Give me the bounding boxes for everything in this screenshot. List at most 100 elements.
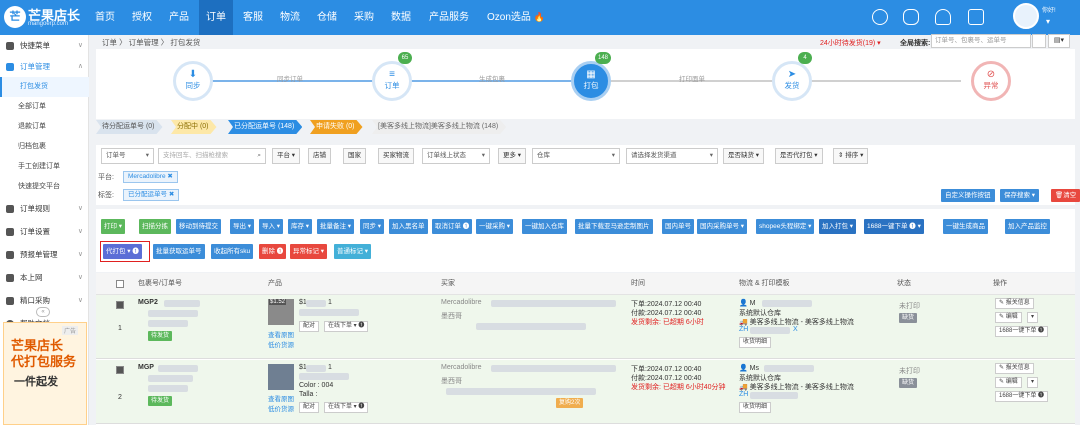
ad-banner[interactable]: 广告 芒果店长 代打包服务 一件起发 (3, 322, 87, 425)
view-image-link[interactable]: 查看原图 (268, 329, 294, 339)
sidebar-sub-archived[interactable]: 归档包裹 (0, 137, 89, 157)
tab-allocated[interactable]: 已分配运单号 (148) (228, 120, 302, 134)
platform-tag[interactable]: Mercadolibre ✖ (123, 171, 178, 183)
app-logo[interactable]: 芒 芒果店长 mangoerp.com (4, 3, 88, 32)
tab-failed[interactable]: 申请失败 (0) (310, 120, 363, 134)
scan-sort-button[interactable]: 扫描分拣 (139, 219, 171, 234)
out-of-stock-filter[interactable]: 是否缺货 ▾ (723, 148, 765, 164)
global-search-input[interactable]: 订单号、包裹号、运单号 (931, 34, 1031, 48)
custom-actions-button[interactable]: 自定义操作按钮 (941, 189, 995, 202)
warehouse-select[interactable]: 仓库 ▾ (532, 148, 620, 164)
nav-products[interactable]: 产品 (162, 0, 196, 35)
package-number[interactable]: MGP (138, 364, 154, 371)
collapse-sku-button[interactable]: 收起所有sku (211, 244, 254, 259)
nav-service[interactable]: 客服 (236, 0, 270, 35)
exception-mark-button[interactable]: 异常标记 ▾ (290, 244, 328, 259)
platform-filter[interactable]: 平台 ▾ (272, 148, 301, 164)
receipt-details-button[interactable]: 收货明细 (739, 402, 772, 413)
low-price-source-link[interactable]: 低价货源 (268, 403, 294, 413)
order-1688-button[interactable]: 1688一键下单 ❶ ▾ (864, 219, 924, 234)
sidebar-sub-all-orders[interactable]: 全部订单 (0, 97, 89, 117)
flow-step-exception[interactable]: ⊘ 异常 (971, 61, 1011, 101)
customs-info-button[interactable]: ✎ 报关信息 (995, 298, 1034, 309)
proxy-pack-filter[interactable]: 是否代打包 ▾ (775, 148, 823, 164)
chevron-down-icon[interactable]: ▾ (1046, 17, 1050, 26)
order-1688-row-button[interactable]: 1688一键下单 ❶ (995, 326, 1049, 337)
more-filter[interactable]: 更多 ▾ (498, 148, 527, 164)
cancel-order-button[interactable]: 取消订单 ❶ (432, 219, 473, 234)
order-no-select[interactable]: 订单号 ▾ (101, 148, 154, 164)
sync-button[interactable]: 同步 ▾ (360, 219, 385, 234)
receipt-details-button[interactable]: 收货明细 (739, 337, 772, 348)
add-warehouse-button[interactable]: 一键加入仓库 (522, 219, 567, 234)
search-icon[interactable] (872, 9, 888, 25)
tab-pending-tracking[interactable]: 待分配运单号 (0) (96, 120, 163, 134)
move-to-submit-button[interactable]: 移动到待提交 (176, 219, 221, 234)
nav-auth[interactable]: 授权 (125, 0, 159, 35)
domestic-tracking-button[interactable]: 国内单号 (662, 219, 694, 234)
table-row[interactable]: 2 MGP 待发货 $1 1 Color : 004 Talla : 查看原图 … (96, 360, 1075, 424)
add-to-pack-button[interactable]: 加入打包 ▾ (819, 219, 857, 234)
sort-button[interactable]: ⇕ 排序 ▾ (833, 148, 869, 164)
shopee-bind-button[interactable]: shopee头程绑定 ▾ (756, 219, 815, 234)
nav-warehouse[interactable]: 仓储 (310, 0, 344, 35)
flow-step-pack[interactable]: ▦ 打包 (571, 61, 611, 101)
online-order-button[interactable]: 在线下单 ▾ ❶ (324, 402, 369, 413)
nav-logistics[interactable]: 物流 (273, 0, 307, 35)
help-icon[interactable] (968, 9, 984, 25)
search-icon[interactable] (1032, 34, 1046, 48)
sidebar-sub-pack-ship[interactable]: 打包发货 (0, 77, 89, 97)
import-button[interactable]: 导入 ▾ (259, 219, 284, 234)
edit-button[interactable]: ✎ 编辑 (995, 377, 1022, 388)
blacklist-button[interactable]: 加入黑名单 (389, 219, 428, 234)
table-row[interactable]: 1 MGP2 待发货 $1.52 $1 1 查看原图 低价货源 配对 在线下单 … (96, 295, 1075, 359)
sidebar-sub-quick-submit[interactable]: 快速提交平台 (0, 177, 89, 197)
order-1688-row-button[interactable]: 1688一键下单 ❶ (995, 391, 1049, 402)
row-checkbox[interactable] (116, 366, 124, 374)
normal-mark-button[interactable]: 普通标记 ▾ (334, 244, 372, 259)
country-filter[interactable]: 国家 (343, 148, 366, 164)
one-click-purchase-button[interactable]: 一键采购 ▾ (476, 219, 514, 234)
sidebar-item-order-mgmt[interactable]: 订单管理 ∧ (0, 56, 89, 77)
edit-more-dropdown[interactable]: ▾ (1027, 377, 1039, 388)
store-filter[interactable]: 店铺 (308, 148, 331, 164)
low-price-source-link[interactable]: 低价货源 (268, 339, 294, 349)
select-all-checkbox[interactable] (116, 280, 124, 288)
nav-data[interactable]: 数据 (384, 0, 418, 35)
tab-allocating[interactable]: 分配中 (0) (171, 120, 217, 134)
tab-logistics-filter[interactable]: [美客多线上物流]美客多线上物流 (148) (372, 120, 506, 134)
domestic-purchase-button[interactable]: 国内采购单号 ▾ (697, 219, 748, 234)
nav-orders[interactable]: 订单 (199, 0, 233, 35)
pair-button[interactable]: 配对 (299, 402, 320, 413)
tracking-number[interactable]: ZH (739, 326, 748, 333)
sidebar-item-forecast[interactable]: 预报单管理 ∨ (0, 244, 89, 265)
clear-button[interactable]: 🗑清空 (1051, 189, 1080, 202)
view-image-link[interactable]: 查看原图 (268, 393, 294, 403)
search-input[interactable]: 支持回车、扫描枪搜索 ⌕ (158, 148, 266, 164)
sidebar-item-order-rules[interactable]: 订单规则 ∨ (0, 198, 89, 219)
grid-menu-icon[interactable]: ▤▾ (1048, 34, 1070, 48)
product-monitor-button[interactable]: 加入产品监控 (1005, 219, 1050, 234)
bell-icon[interactable] (935, 9, 951, 25)
channel-select[interactable]: 请选择发货渠道 ▾ (626, 148, 718, 164)
row-checkbox[interactable] (116, 301, 124, 309)
edit-button[interactable]: ✎ 编辑 (995, 312, 1022, 323)
flow-step-orders[interactable]: ≡ 订单 (372, 61, 412, 101)
batch-tracking-button[interactable]: 批量获取运单号 (153, 244, 205, 259)
flow-step-sync[interactable]: ⬇ 同步 (173, 61, 213, 101)
nav-purchase[interactable]: 采购 (347, 0, 381, 35)
headset-icon[interactable] (903, 9, 919, 25)
tracking-number[interactable]: ZH (739, 391, 748, 398)
package-number[interactable]: MGP2 (138, 299, 158, 306)
save-search-button[interactable]: 保存搜索 ▾ (1000, 189, 1040, 202)
pair-button[interactable]: 配对 (299, 321, 320, 332)
customs-info-button[interactable]: ✎ 报关信息 (995, 363, 1034, 374)
status-tag[interactable]: 已分配运单号 ✖ (123, 189, 180, 201)
download-amazon-images-button[interactable]: 批量下载亚马逊定制图片 (575, 219, 653, 234)
export-button[interactable]: 导出 ▾ (230, 219, 255, 234)
sidebar-item-shortcut[interactable]: 快捷菜单 ∨ (0, 35, 89, 56)
nav-home[interactable]: 首页 (88, 0, 122, 35)
sidebar-sub-manual-create[interactable]: 手工创建订单 (0, 157, 89, 177)
product-thumbnail[interactable] (268, 364, 294, 390)
generate-product-button[interactable]: 一键生成商品 (943, 219, 988, 234)
